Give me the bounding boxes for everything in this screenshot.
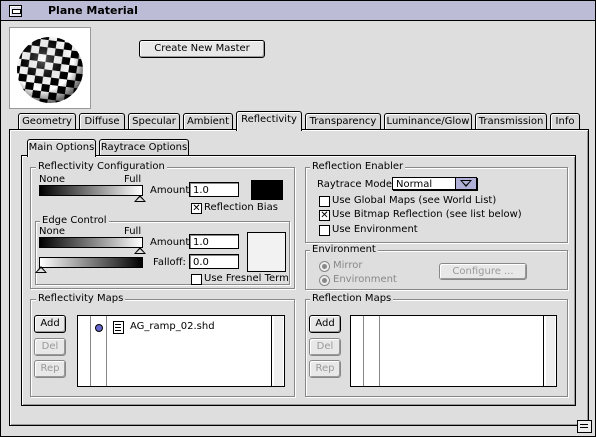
- checker-sphere-icon: [17, 37, 83, 103]
- tab-geometry[interactable]: Geometry: [18, 113, 76, 130]
- reflection-bias-label: Reflection Bias: [204, 202, 278, 213]
- window-title: Plane Material: [48, 4, 138, 17]
- edge-amount-input[interactable]: 1.0: [189, 234, 239, 249]
- tab-transparency[interactable]: Transparency: [305, 113, 381, 130]
- material-preview: [9, 27, 91, 109]
- environment-label: Environment: [333, 274, 397, 285]
- reflectivity-configuration-label: Reflectivity Configuration: [36, 161, 167, 172]
- reflectivity-amount-label: Amount:: [150, 185, 193, 196]
- list-scrollbar[interactable]: [546, 316, 555, 386]
- falloff-input[interactable]: 0.0: [189, 254, 239, 269]
- reflection-maps-label: Reflection Maps: [310, 293, 394, 304]
- selection-marker-icon: [95, 324, 103, 332]
- reflectivity-slider-thumb[interactable]: [134, 195, 146, 202]
- falloff-slider-thumb[interactable]: [35, 266, 47, 273]
- reflectivity-gradient-slider[interactable]: [39, 185, 143, 196]
- reflection-maps-del-button[interactable]: Del: [309, 338, 341, 356]
- use-environment-label: Use Environment: [332, 224, 418, 235]
- resize-grip-icon[interactable]: [577, 420, 592, 433]
- list-item[interactable]: AG_ramp_02.shd: [78, 321, 270, 334]
- title-bar[interactable]: Plane Material: [1, 1, 595, 21]
- mirror-radio[interactable]: [319, 261, 330, 272]
- edge-control-label: Edge Control: [40, 215, 109, 226]
- edge-color-swatch[interactable]: [247, 232, 286, 272]
- reflectivity-maps-label: Reflectivity Maps: [36, 293, 126, 304]
- edge-amount-gradient-slider[interactable]: [39, 237, 143, 248]
- global-maps-label: Use Global Maps (see World List): [332, 195, 497, 206]
- reflection-maps-list[interactable]: [350, 315, 557, 387]
- reflection-maps-add-button[interactable]: Add: [309, 315, 341, 333]
- reflectivity-color-swatch[interactable]: [251, 180, 283, 200]
- configure-button[interactable]: Configure ...: [439, 263, 527, 280]
- reflectivity-maps-del-button[interactable]: Del: [34, 338, 66, 356]
- bitmap-reflection-label: Use Bitmap Reflection (see list below): [332, 209, 522, 220]
- use-environment-checkbox[interactable]: [319, 225, 330, 236]
- tab-ambient[interactable]: Ambient: [183, 113, 233, 130]
- environment-radio[interactable]: [319, 275, 330, 286]
- fresnel-term-checkbox[interactable]: [191, 274, 202, 285]
- tab-luminance-glow[interactable]: Luminance/Glow: [384, 113, 472, 130]
- list-scrollbar-divider: [543, 316, 544, 386]
- raytrace-mode-arrow-box[interactable]: [455, 178, 476, 189]
- raytrace-mode-value: Normal: [396, 179, 433, 190]
- mirror-label: Mirror: [333, 260, 363, 271]
- reflection-enabler-label: Reflection Enabler: [310, 161, 406, 172]
- fresnel-term-label: Use Fresnel Term: [204, 273, 289, 284]
- falloff-label: Falloff:: [153, 257, 186, 268]
- tab-transmission[interactable]: Transmission: [475, 113, 547, 130]
- list-scrollbar[interactable]: [274, 316, 283, 386]
- reflection-bias-checkbox[interactable]: ✕: [191, 203, 202, 214]
- tab-reflectivity[interactable]: Reflectivity: [236, 111, 302, 131]
- reflection-maps-rep-button[interactable]: Rep: [309, 360, 341, 378]
- tab-info[interactable]: Info: [550, 113, 580, 130]
- environment-group-label: Environment: [310, 244, 378, 255]
- reflectivity-amount-input[interactable]: 1.0: [189, 182, 239, 197]
- list-column-divider: [379, 316, 380, 386]
- create-new-master-button[interactable]: Create New Master: [139, 40, 265, 58]
- tab-main-options[interactable]: Main Options: [27, 139, 96, 157]
- plane-material-window: Plane Material Create New Master Geometr…: [0, 0, 596, 437]
- tab-specular[interactable]: Specular: [128, 113, 180, 130]
- raytrace-mode-label: Raytrace Mode:: [317, 179, 396, 190]
- reflectivity-maps-add-button[interactable]: Add: [34, 315, 66, 333]
- shader-file-icon: [113, 321, 124, 334]
- edge-amount-label: Amount:: [150, 237, 193, 248]
- reflectivity-maps-list[interactable]: AG_ramp_02.shd: [77, 315, 285, 387]
- edge-amount-slider-thumb[interactable]: [134, 247, 146, 254]
- list-column-divider: [363, 316, 364, 386]
- global-maps-checkbox[interactable]: [319, 196, 330, 207]
- close-box-icon[interactable]: [9, 5, 22, 17]
- tab-raytrace-options[interactable]: Raytrace Options: [99, 139, 189, 156]
- list-item-name: AG_ramp_02.shd: [130, 321, 215, 332]
- bitmap-reflection-checkbox[interactable]: ✕: [319, 210, 330, 221]
- reflectivity-maps-rep-button[interactable]: Rep: [34, 360, 66, 378]
- list-scrollbar-divider: [271, 316, 272, 386]
- chevron-down-icon: [460, 180, 472, 187]
- tab-diffuse[interactable]: Diffuse: [79, 113, 125, 130]
- falloff-gradient-slider[interactable]: [39, 257, 143, 268]
